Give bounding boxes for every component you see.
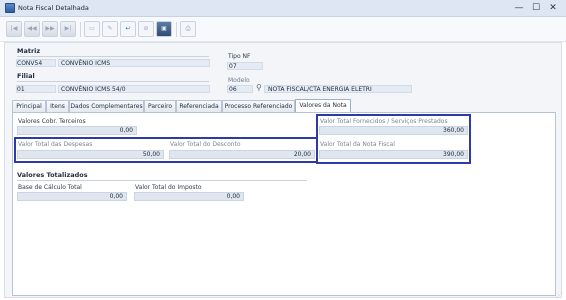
totalizados-section-label: Valores Totalizados: [17, 171, 88, 179]
fornecidos-field[interactable]: 360,00: [319, 126, 468, 135]
cobr-terceiros-field[interactable]: 0,00: [17, 126, 137, 135]
base-calculo-field[interactable]: 0,00: [17, 192, 127, 201]
toolbar-separator: [176, 22, 177, 37]
tipo-nf-label: Tipo NF: [228, 53, 251, 60]
new-document-icon[interactable]: ▭: [84, 21, 100, 37]
filial-separator: [17, 81, 209, 82]
total-nota-field[interactable]: 390,00: [319, 150, 468, 159]
tipo-nf-value: 07: [229, 63, 237, 70]
maximize-button[interactable]: ☐: [529, 2, 543, 14]
first-record-icon[interactable]: |◀: [6, 21, 22, 37]
tab-dados-complementares[interactable]: Dados Complementares: [69, 100, 144, 112]
cobr-terceiros-label: Valores Cobr. Terceiros: [18, 118, 86, 125]
undo-icon[interactable]: ↩: [120, 21, 136, 37]
close-button[interactable]: ✕: [546, 2, 560, 14]
search-icon[interactable]: ⚲: [256, 83, 262, 92]
resize-grip-icon[interactable]: ⋰: [556, 292, 564, 299]
imposto-label: Valor Total do Imposto: [135, 184, 202, 191]
matriz-code: CONV54: [17, 60, 43, 67]
filial-code: 01: [17, 86, 25, 93]
tab-processo-referenciado[interactable]: Processo Referenciado: [222, 100, 295, 112]
total-nota-label: Valor Total da Nota Fiscal: [320, 141, 395, 148]
matriz-label: Matriz: [17, 47, 41, 55]
previous-record-icon[interactable]: ◀◀: [24, 21, 40, 37]
modelo-code: 06: [229, 86, 237, 93]
modelo-name: NOTA FISCAL/CTA ENERGIA ELETRI: [268, 86, 372, 93]
desconto-label: Valor Total do Desconto: [170, 141, 241, 148]
totalizados-separator: [17, 180, 307, 181]
modelo-label: Modelo: [228, 77, 250, 84]
print-icon[interactable]: ⎙: [180, 21, 196, 37]
fornecidos-label: Valor Total Fornecidos / Serviços Presta…: [320, 118, 448, 125]
filial-label: Filial: [17, 72, 35, 80]
last-record-icon[interactable]: ▶|: [60, 21, 76, 37]
imposto-field[interactable]: 0,00: [134, 192, 244, 201]
matriz-name: CONVÊNIO ICMS: [61, 60, 111, 67]
tab-referenciada[interactable]: Referenciada: [176, 100, 222, 112]
filial-name: CONVÊNIO ICMS 54/0: [61, 86, 126, 93]
matriz-separator: [17, 56, 209, 57]
toolbar-separator: [80, 22, 81, 37]
window-title: Nota Fiscal Detalhada: [18, 4, 89, 12]
save-floppy-icon[interactable]: ▣: [156, 21, 172, 37]
minimize-button[interactable]: —: [512, 2, 526, 14]
cancel-icon[interactable]: ⊘: [138, 21, 154, 37]
base-calculo-label: Base de Cálculo Total: [18, 184, 82, 191]
tab-valores-da-nota[interactable]: Valores da Nota: [295, 99, 351, 112]
edit-pencil-icon[interactable]: ✎: [102, 21, 118, 37]
tab-parceiro[interactable]: Parceiro: [144, 100, 176, 112]
tab-principal[interactable]: Principal: [12, 100, 46, 112]
desconto-field[interactable]: 20,00: [169, 150, 315, 159]
app-icon: [5, 3, 15, 13]
despesas-label: Valor Total das Despesas: [18, 141, 93, 148]
next-record-icon[interactable]: ▶▶: [42, 21, 58, 37]
despesas-field[interactable]: 50,00: [17, 150, 164, 159]
tab-itens[interactable]: Itens: [46, 100, 69, 112]
